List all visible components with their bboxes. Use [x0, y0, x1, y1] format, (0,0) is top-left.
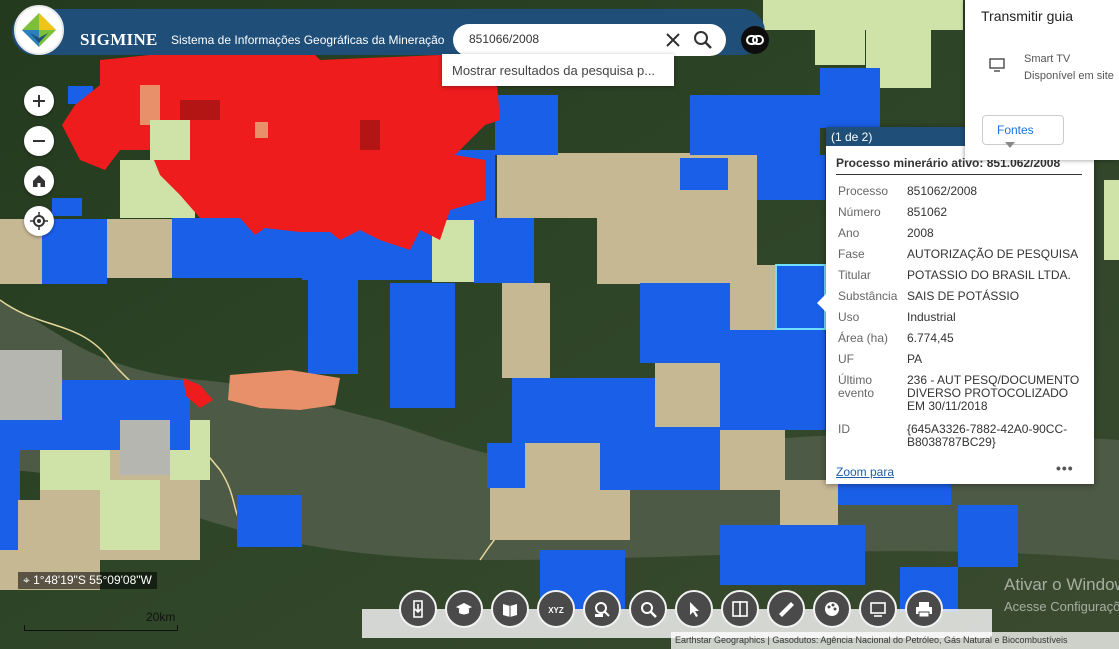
search-box[interactable]: 851066/2008	[453, 24, 726, 56]
clear-icon[interactable]	[661, 29, 685, 51]
scale-line	[24, 625, 178, 631]
select-icon	[690, 602, 699, 617]
popup-row-key: Área (ha)	[838, 331, 889, 345]
coordinate-text: 1°48'19"S 55°09'08"W	[33, 573, 152, 587]
palette-icon	[825, 602, 839, 616]
download-icon	[413, 600, 423, 618]
plus-icon	[33, 95, 45, 107]
popup-row-value: SAIS DE POTÁSSIO	[907, 289, 1020, 303]
xyz-icon: XYZ	[548, 606, 564, 615]
split-tool-button[interactable]	[721, 590, 759, 628]
print-tool-button[interactable]	[905, 590, 943, 628]
popup-row-value: POTASSIO DO BRASIL LTDA.	[907, 268, 1071, 282]
coordinate-readout: ⌖ 1°48'19"S 55°09'08"W	[18, 572, 157, 589]
scale-label: 20km	[146, 610, 176, 624]
popup-row-key: Substância	[838, 289, 898, 303]
sigmine-logo[interactable]	[14, 5, 64, 55]
home-icon	[33, 175, 45, 187]
cast-panel: Transmitir guia Smart TV Disponível em s…	[965, 0, 1119, 160]
search-icon[interactable]	[691, 28, 715, 52]
layers-tool-button[interactable]	[859, 590, 897, 628]
popup-pointer	[817, 294, 826, 312]
crosshair-icon: ⌖	[23, 573, 34, 587]
cast-title: Transmitir guia	[981, 8, 1074, 24]
map-attribution: Earthstar Geographics | Gasodutos: Agênc…	[671, 632, 1119, 649]
print-icon	[916, 602, 932, 618]
search-icon	[641, 602, 657, 618]
book-tool-button[interactable]	[491, 590, 529, 628]
svg-text:XYZ: XYZ	[548, 606, 564, 615]
ruler-tool-button[interactable]	[767, 590, 805, 628]
popup-row-key: UF	[838, 352, 854, 366]
popup-row-value: 851062/2008	[907, 184, 978, 198]
sources-label: Fontes	[997, 123, 1034, 137]
zoom-out-button[interactable]	[24, 126, 54, 156]
link-icon	[746, 35, 764, 45]
cast-device-name[interactable]: Smart TV	[1024, 53, 1070, 65]
popup-row-key: Uso	[838, 310, 860, 324]
popup-row-key: ID	[838, 422, 850, 436]
select-tool-button[interactable]	[675, 590, 713, 628]
popup-row-value: 851062	[907, 205, 948, 219]
search-layer-tool-button[interactable]	[583, 590, 621, 628]
popup-row-key: Último evento	[838, 373, 875, 400]
search-layer-icon	[595, 602, 610, 617]
chevron-down-icon	[1005, 142, 1015, 148]
search-tool-button[interactable]	[629, 590, 667, 628]
popup-row-key: Processo	[838, 184, 889, 198]
app-brand: SIGMINE	[80, 30, 158, 49]
graduation-icon	[456, 603, 472, 615]
ruler-icon	[779, 602, 794, 617]
popup-row-key: Titular	[838, 268, 871, 282]
locate-icon	[30, 212, 48, 230]
book-icon	[503, 604, 517, 617]
popup-row-key: Fase	[838, 247, 865, 261]
layers-icon	[870, 602, 886, 617]
minus-icon	[33, 140, 45, 142]
popup-row-value: PA	[907, 352, 923, 366]
activation-watermark-title: Ativar o Windows	[1004, 575, 1119, 594]
popup-row-key: Número	[838, 205, 881, 219]
download-tool-button[interactable]	[399, 590, 437, 628]
info-popup: (1 de 2) Processo minerário ativo: 851.0…	[817, 127, 1094, 484]
activation-watermark-text: Acesse Configurações	[1004, 599, 1119, 614]
search-suggestion[interactable]: Mostrar resultados da pesquisa p...	[442, 54, 674, 86]
locate-button[interactable]	[24, 206, 54, 236]
xyz-tool-button[interactable]: XYZ	[537, 590, 575, 628]
popup-row-key: Ano	[838, 226, 860, 240]
home-button[interactable]	[24, 166, 54, 196]
popup-row-value: {645A3326-7882-42A0-90CC-B8038787BC29}	[907, 422, 1068, 449]
popup-row-value: 236 - AUT PESQ/DOCUMENTO DIVERSO PROTOCO…	[907, 373, 1080, 413]
graduation-tool-button[interactable]	[445, 590, 483, 628]
zoom-in-button[interactable]	[24, 86, 54, 116]
search-input[interactable]: 851066/2008	[469, 32, 539, 46]
palette-tool-button[interactable]	[813, 590, 851, 628]
popup-row-value: 6.774,45	[907, 331, 954, 345]
split-icon	[732, 601, 748, 617]
logo-icon	[22, 13, 56, 47]
cast-device-status: Disponível em site	[1024, 70, 1114, 82]
share-link-button[interactable]	[741, 26, 769, 54]
popup-row-value: 2008	[907, 226, 934, 240]
app-header: SIGMINE Sistema de Informações Geográfic…	[12, 9, 769, 56]
sources-button[interactable]: Fontes	[982, 115, 1064, 148]
popup-row-value: Industrial	[907, 310, 956, 324]
more-options-button[interactable]: •••	[1056, 460, 1074, 476]
tv-icon	[989, 58, 1005, 72]
app-subtitle: Sistema de Informações Geográficas da Mi…	[171, 33, 445, 47]
zoom-to-link[interactable]: Zoom para	[836, 465, 894, 479]
popup-row-value: AUTORIZAÇÃO DE PESQUISA	[907, 247, 1079, 261]
